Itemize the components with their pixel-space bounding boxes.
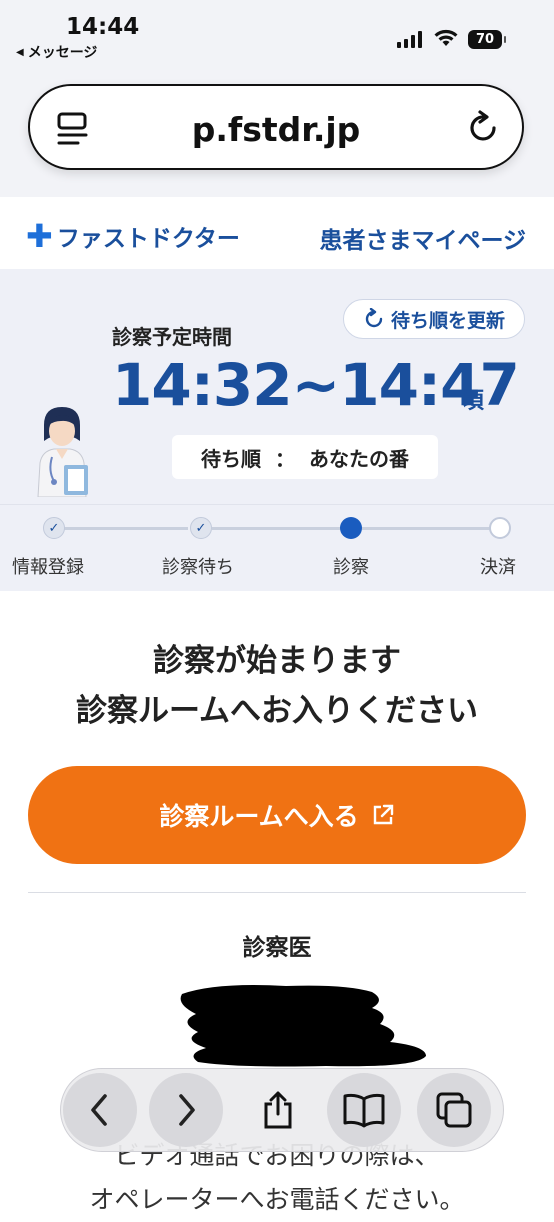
consultation-message: 診察が始まります 診察ルームへお入りください — [0, 636, 554, 736]
site-header: ✚ ファストドクター 患者さまマイページ — [0, 197, 554, 269]
redaction-mark — [180, 985, 426, 1067]
site-logo[interactable]: ✚ ファストドクター — [26, 219, 240, 253]
external-link-icon — [373, 804, 393, 825]
clock: 14:44 — [66, 14, 140, 40]
queue-order-box: 待ち順 ： あなたの番 — [172, 435, 438, 479]
url-text: p.fstdr.jp — [191, 110, 361, 149]
queue-order-label: 待ち順 — [201, 446, 261, 471]
browser-toolbar — [60, 1068, 504, 1152]
bookmarks-button[interactable] — [327, 1073, 401, 1147]
refresh-order-button[interactable]: 待ち順を更新 — [343, 299, 525, 339]
step-connector — [212, 527, 342, 530]
step-connector — [362, 527, 490, 530]
back-triangle-icon: ◀ — [16, 46, 24, 58]
queue-order-separator: ： — [275, 446, 295, 471]
signal-icon — [397, 30, 422, 48]
refresh-label: 待ち順を更新 — [390, 309, 505, 332]
enter-consultation-room-button[interactable]: 診察ルームへ入る — [28, 766, 526, 864]
divider — [28, 892, 526, 893]
enter-button-label: 診察ルームへ入る — [159, 802, 359, 831]
step-label-waiting: 診察待ち — [162, 557, 234, 578]
back-button[interactable] — [63, 1073, 137, 1147]
status-bar: 14:44 ◀ メッセージ 70 — [0, 0, 554, 62]
mypage-link[interactable]: 患者さまマイページ — [319, 221, 526, 255]
reload-icon[interactable] — [466, 110, 502, 146]
chevron-left-icon — [91, 1094, 107, 1126]
address-bar[interactable]: p.fstdr.jp — [28, 84, 524, 170]
step-done-check-icon: ✓ — [43, 517, 65, 539]
step-connector — [64, 527, 188, 530]
tabs-button[interactable] — [417, 1073, 491, 1147]
logo-text: ファストドクター — [56, 226, 240, 252]
doctor-illustration — [37, 407, 88, 497]
step-todo-dot — [489, 517, 511, 539]
doctor-section-label: 診察医 — [242, 935, 312, 961]
step-done-check-icon: ✓ — [190, 517, 212, 539]
refresh-icon — [365, 308, 383, 328]
step-label-registration: 情報登録 — [12, 557, 84, 578]
back-to-app-button[interactable]: ◀ メッセージ — [16, 42, 97, 62]
message-line-2: 診察ルームへお入りください — [75, 693, 479, 729]
step-label-payment: 決済 — [480, 557, 516, 578]
schedule-label: 診察予定時間 — [112, 325, 232, 349]
forward-button[interactable] — [149, 1073, 223, 1147]
wait-status-panel: 待ち順を更新 診察予定時間 14:32~14:47 頃 待ち順 ： あなたの番 — [0, 269, 554, 504]
schedule-time: 14:32~14:47 — [112, 351, 520, 419]
share-icon — [264, 1091, 292, 1129]
plus-logo-icon: ✚ — [26, 217, 53, 255]
progress-stepper: ✓ ✓ 情報登録 診察待ち 診察 決済 — [0, 504, 554, 591]
book-icon — [343, 1093, 385, 1128]
browser-address-area: p.fstdr.jp — [0, 62, 554, 197]
message-line-1: 診察が始まります — [153, 643, 401, 679]
wifi-icon — [434, 29, 458, 46]
schedule-suffix: 頃 — [462, 389, 485, 414]
queue-order-value: あなたの番 — [309, 446, 409, 471]
bottom-note-line-2: オペレーターへお電話ください。 — [89, 1185, 465, 1214]
battery-indicator: 70 — [468, 30, 506, 49]
share-button[interactable] — [241, 1073, 315, 1147]
chevron-right-icon — [179, 1094, 195, 1126]
step-label-consultation: 診察 — [333, 557, 369, 578]
tabs-icon — [436, 1092, 472, 1128]
step-current-dot — [340, 517, 362, 539]
back-app-label: メッセージ — [27, 45, 98, 61]
